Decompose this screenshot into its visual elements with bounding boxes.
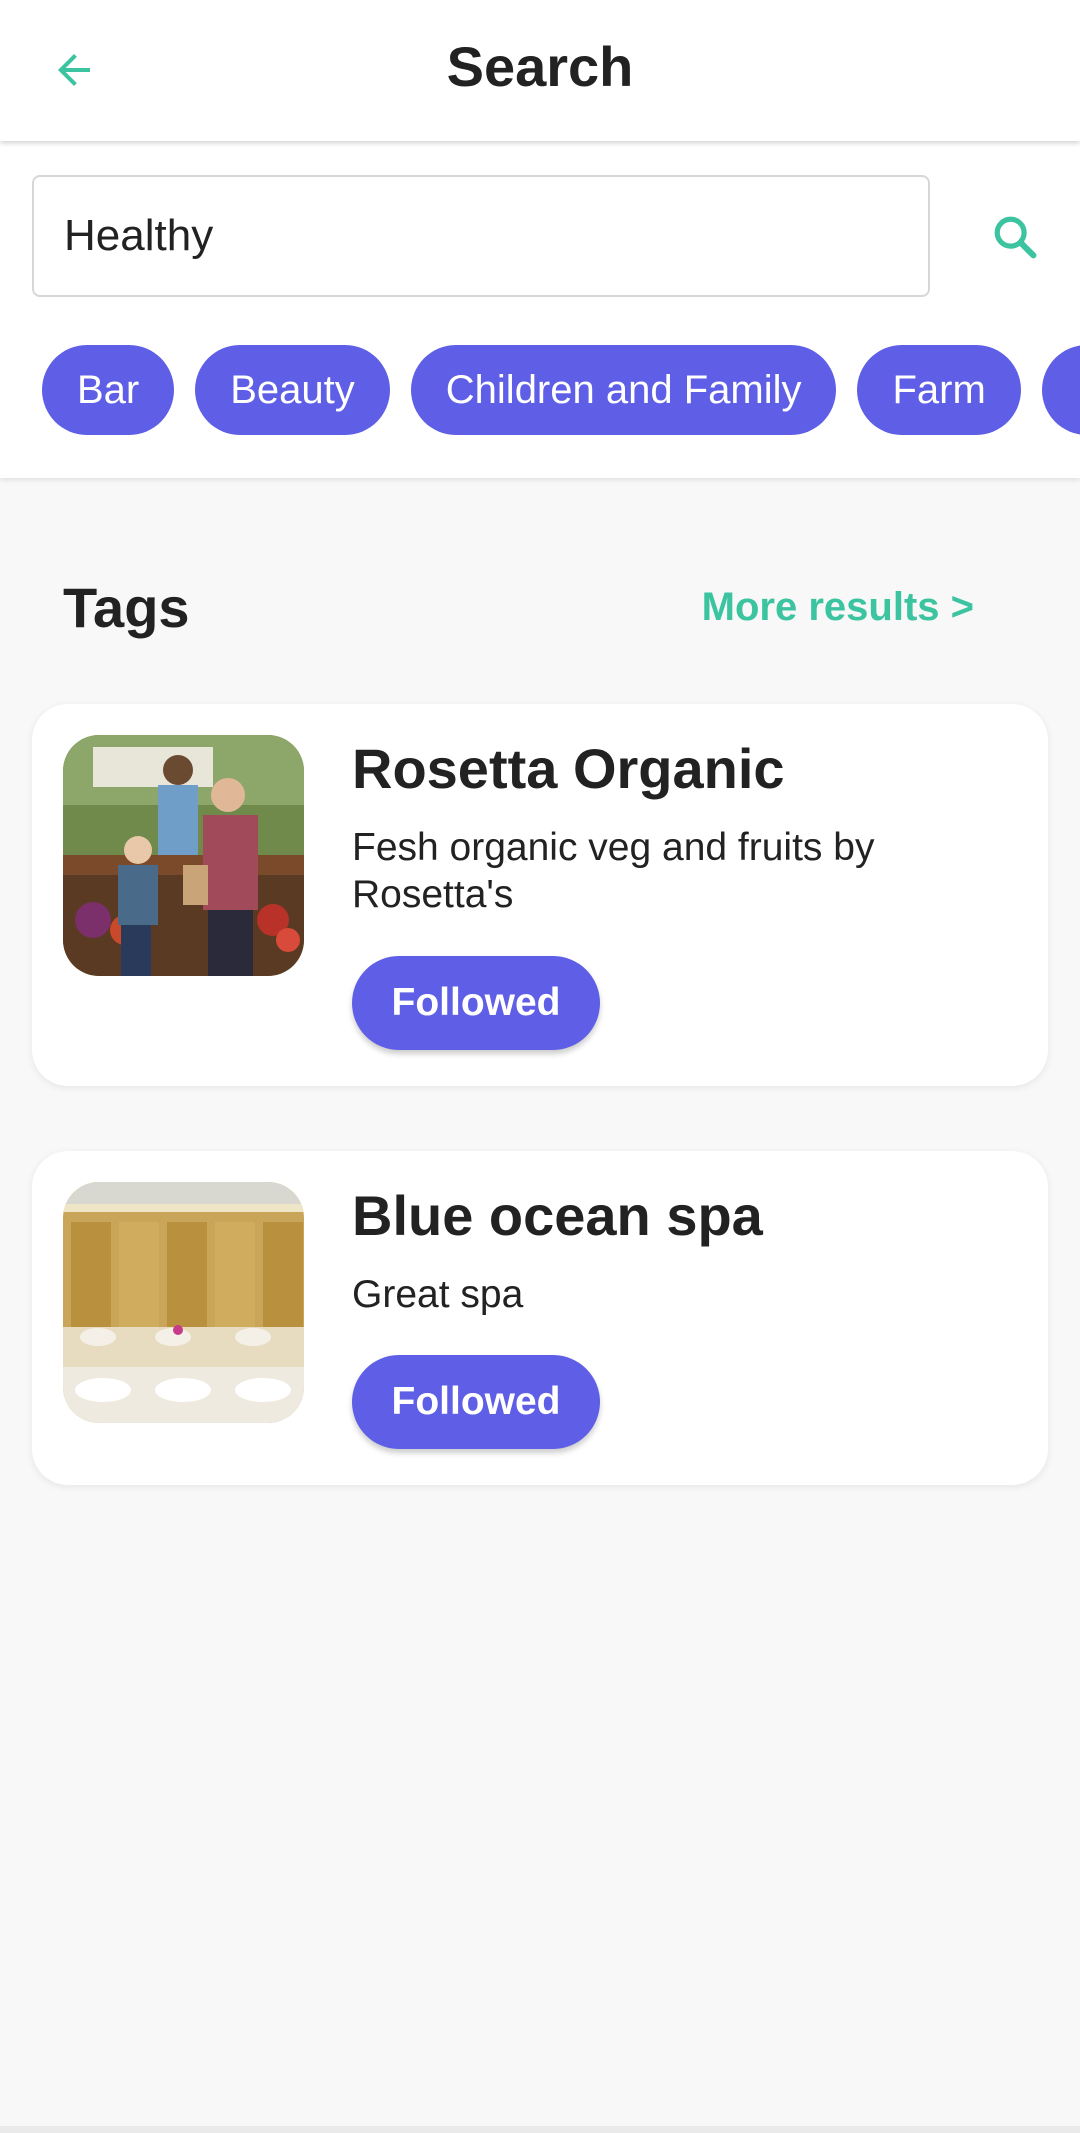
result-thumbnail (63, 735, 304, 976)
chip-bar[interactable]: Bar (42, 345, 175, 435)
section-title: Tags (63, 576, 190, 639)
result-card[interactable]: Blue ocean spa Great spa Followed (32, 1151, 1048, 1485)
search-button[interactable] (985, 209, 1045, 269)
search-icon (989, 211, 1041, 268)
result-description: Great spa (352, 1273, 524, 1316)
page-title: Search (446, 35, 634, 98)
chip-beauty[interactable]: Beauty (195, 345, 390, 435)
result-title: Blue ocean spa (352, 1184, 763, 1247)
chip-children-and-family[interactable]: Children and Family (410, 345, 837, 435)
result-thumbnail (63, 1182, 304, 1423)
search-panel: Bar Beauty Children and Family Farm F (0, 141, 1080, 478)
chip-farm[interactable]: Farm (857, 345, 1021, 435)
result-description: Fesh organic veg and fruits by Rosetta's (352, 826, 875, 916)
result-title: Rosetta Organic (352, 737, 785, 800)
more-results-link[interactable]: More results > (702, 585, 974, 630)
result-card[interactable]: Rosetta Organic Fesh organic veg and fru… (32, 704, 1048, 1086)
followed-button[interactable]: Followed (352, 1355, 600, 1449)
followed-button[interactable]: Followed (352, 956, 600, 1050)
app-bar: Search (0, 0, 1080, 141)
search-input[interactable] (32, 175, 930, 297)
chip-partial[interactable]: F (1041, 345, 1080, 435)
category-chips: Bar Beauty Children and Family Farm F (42, 345, 1080, 435)
bottom-edge (0, 2126, 1080, 2133)
